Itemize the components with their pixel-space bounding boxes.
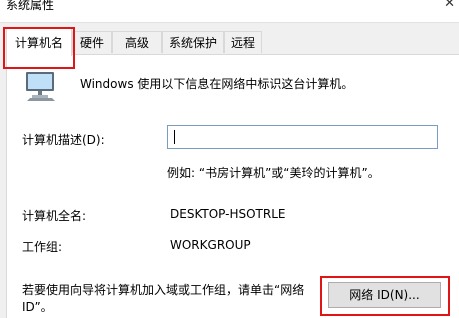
window-title: 系统属性 bbox=[6, 0, 55, 12]
description-example: 例如: “书房计算机”或“美玲的计算机”。 bbox=[167, 166, 380, 180]
workgroup-value: WORKGROUP bbox=[170, 238, 251, 252]
description-label: 计算机描述(D): bbox=[22, 133, 105, 147]
close-icon[interactable]: ✕ bbox=[444, 0, 455, 11]
highlight-button-box bbox=[320, 276, 450, 316]
title-bar: 系统属性 ✕ bbox=[0, 0, 459, 23]
computer-description-input[interactable] bbox=[167, 125, 438, 149]
tab-label: 系统保护 bbox=[168, 36, 217, 50]
computer-icon bbox=[24, 70, 58, 105]
tab-system-protection[interactable]: 系统保护 bbox=[162, 31, 224, 53]
tab-label: 高级 bbox=[124, 36, 149, 50]
highlight-tab-box bbox=[3, 27, 75, 69]
full-name-label: 计算机全名: bbox=[22, 209, 87, 223]
intro-text: Windows 使用以下信息在网络中标识这台计算机。 bbox=[80, 77, 354, 91]
tab-advanced[interactable]: 高级 bbox=[112, 31, 162, 53]
wizard-instruction: 若要使用向导将计算机加入域或工作组，请单击“网络 ID”。 bbox=[22, 283, 305, 314]
workgroup-label: 工作组: bbox=[22, 240, 63, 254]
text-caret bbox=[174, 130, 175, 144]
tab-remote[interactable]: 远程 bbox=[224, 31, 262, 53]
tab-hardware[interactable]: 硬件 bbox=[72, 31, 112, 53]
tab-label: 硬件 bbox=[79, 36, 104, 50]
full-name-value: DESKTOP-HSOTRLE bbox=[170, 207, 286, 221]
tab-label: 远程 bbox=[230, 36, 255, 50]
